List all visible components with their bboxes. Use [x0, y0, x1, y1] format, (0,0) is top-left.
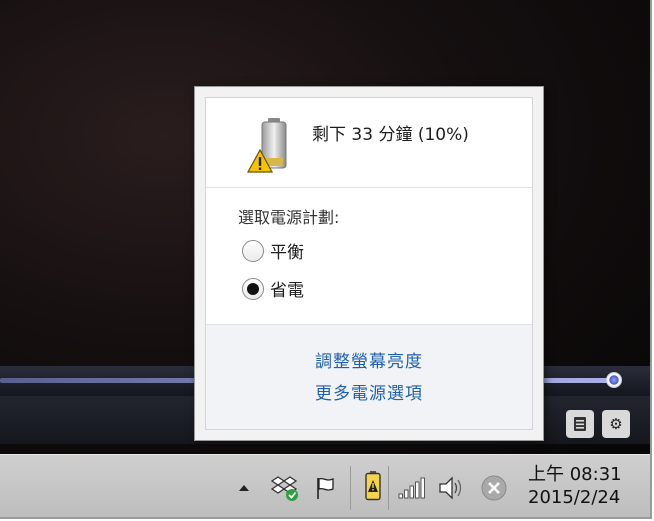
gear-icon: ⚙	[609, 415, 623, 433]
radio-unselected[interactable]	[242, 239, 264, 262]
chevron-up-icon	[239, 485, 249, 491]
player-progress-thumb[interactable]	[606, 372, 622, 388]
volume-tray-button[interactable]	[436, 473, 466, 503]
clock-date[interactable]: 2015/2/24	[528, 487, 620, 508]
tray-separator	[350, 466, 351, 510]
radio-selected[interactable]	[242, 277, 264, 300]
network-tray-button[interactable]	[396, 473, 426, 503]
power-plan-label: 平衡	[270, 243, 304, 263]
battery-warning-icon	[246, 118, 287, 173]
close-circle-icon	[481, 475, 507, 501]
settings-button[interactable]: ⚙	[602, 410, 630, 438]
screenshot-frame: ⚙ 剩下 33 分鐘 (10%) 選取電源計劃: 平衡 省電 調整螢幕亮度 更多…	[0, 0, 652, 519]
playlist-button[interactable]	[566, 410, 594, 438]
power-plan-label: 省電	[270, 281, 304, 301]
power-plan-power-saver[interactable]: 省電	[242, 276, 304, 301]
flyout-footer: 調整螢幕亮度 更多電源選項	[206, 324, 532, 429]
tray-separator	[388, 466, 389, 510]
battery-tray-button[interactable]	[358, 471, 388, 501]
network-signal-icon	[398, 477, 425, 499]
show-hidden-icons-button[interactable]	[229, 473, 259, 503]
battery-icon	[365, 471, 381, 501]
clock-time[interactable]: 上午 08:31	[528, 460, 622, 486]
adjust-brightness-link[interactable]: 調整螢幕亮度	[206, 347, 532, 372]
dropbox-tray-button[interactable]	[270, 473, 300, 503]
dropbox-icon	[271, 476, 298, 501]
close-tray-button[interactable]	[479, 473, 509, 503]
action-center-flag-icon	[317, 477, 334, 499]
radio-dot	[247, 282, 259, 295]
divider	[206, 187, 532, 188]
battery-flyout: 剩下 33 分鐘 (10%) 選取電源計劃: 平衡 省電 調整螢幕亮度 更多電源…	[194, 86, 544, 441]
volume-icon	[439, 476, 462, 500]
action-center-button[interactable]	[311, 473, 341, 503]
list-icon	[574, 417, 586, 431]
power-plan-balanced[interactable]: 平衡	[242, 238, 304, 263]
more-power-options-link[interactable]: 更多電源選項	[206, 379, 532, 404]
power-plan-heading: 選取電源計劃:	[238, 208, 340, 227]
battery-remaining-text: 剩下 33 分鐘 (10%)	[312, 125, 469, 145]
battery-flyout-panel: 剩下 33 分鐘 (10%) 選取電源計劃: 平衡 省電 調整螢幕亮度 更多電源…	[205, 97, 533, 430]
